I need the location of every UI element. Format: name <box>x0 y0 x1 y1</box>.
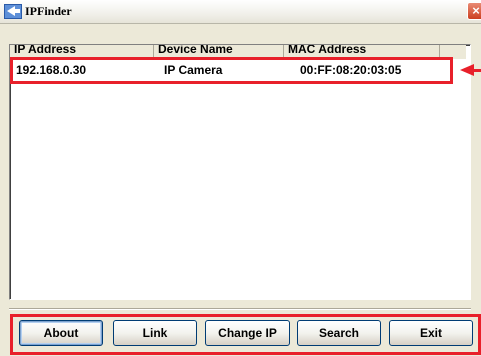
buttons-highlight-box <box>10 314 481 355</box>
close-icon[interactable]: × <box>467 2 481 20</box>
ipfinder-window: IPFinder × IP Address Device Name MAC Ad… <box>0 0 481 356</box>
title-bar[interactable]: IPFinder × <box>0 0 481 24</box>
window-title: IPFinder <box>25 4 72 18</box>
arrow-shaft <box>472 69 481 72</box>
ipfinder-app-icon <box>4 4 22 19</box>
separator <box>9 308 471 310</box>
row-highlight-box <box>10 57 453 84</box>
